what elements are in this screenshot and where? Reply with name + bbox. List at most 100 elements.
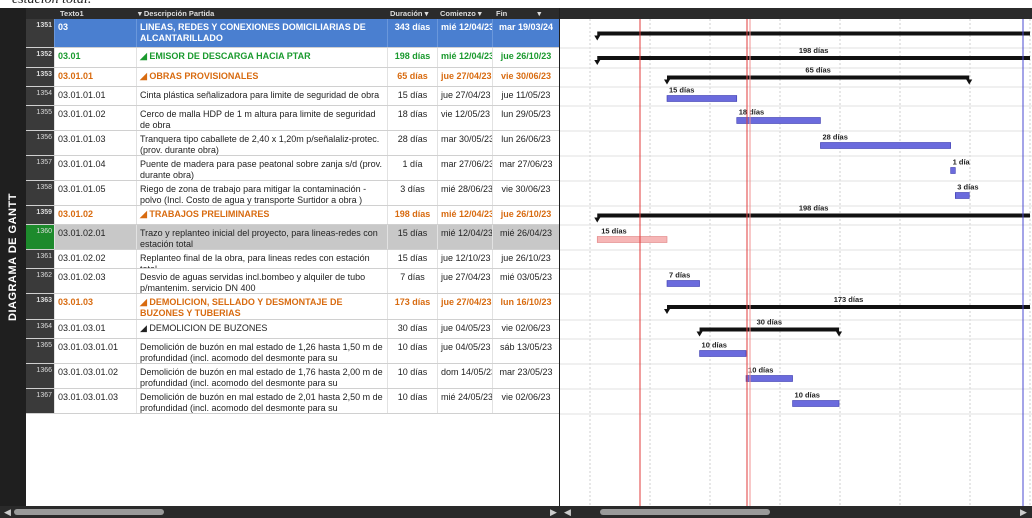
task-finish[interactable]: sáb 13/05/23 (492, 339, 559, 363)
task-row[interactable]: 1351 03 LINEAS, REDES Y CONEXIONES DOMICIL… (26, 19, 559, 48)
task-description[interactable]: Demolición de buzón en mal estado de 1,7… (136, 364, 387, 388)
task-finish[interactable]: mié 26/04/23 (492, 225, 559, 249)
task-duration[interactable]: 10 días (387, 339, 437, 363)
task-code[interactable]: 03.01.01 (54, 68, 136, 86)
task-id[interactable]: 1365 (26, 339, 54, 363)
task-row[interactable]: 1363 03.01.03 ◢ DEMOLICION, SELLADO Y DESM… (26, 294, 559, 320)
task-description[interactable]: Cinta plástica señalizadora para limite … (136, 87, 387, 105)
task-code[interactable]: 03.01.03.01.02 (54, 364, 136, 388)
task-finish[interactable]: mié 03/05/23 (492, 269, 559, 293)
task-code[interactable]: 03.01.03 (54, 294, 136, 319)
grid-scroll-thumb[interactable] (14, 509, 164, 515)
task-code[interactable]: 03.01.01.05 (54, 181, 136, 205)
task-duration[interactable]: 1 día (387, 156, 437, 180)
task-description[interactable]: Cerco de malla HDP de 1 m altura para li… (136, 106, 387, 130)
task-code[interactable]: 03 (54, 19, 136, 47)
task-id[interactable]: 1354 (26, 87, 54, 105)
view-label-bar[interactable]: DIAGRAMA DE GANTT (0, 8, 26, 506)
task-code[interactable]: 03.01 (54, 48, 136, 67)
task-description[interactable]: ◢ DEMOLICION, SELLADO Y DESMONTAJE DE BU… (136, 294, 387, 319)
task-start[interactable]: mié 28/06/23 (437, 181, 492, 205)
task-description[interactable]: ◢ EMISOR DE DESCARGA HACIA PTAR (136, 48, 387, 67)
task-id[interactable]: 1356 (26, 131, 54, 155)
col-header-fin[interactable]: Fin ▾ (496, 9, 541, 18)
task-row[interactable]: 1354 03.01.01.01 Cinta plástica señalizado… (26, 87, 559, 106)
task-row[interactable]: 1362 03.01.02.03 Desvio de aguas servidas … (26, 269, 559, 294)
task-finish[interactable]: mar 27/06/23 (492, 156, 559, 180)
task-finish[interactable]: vie 30/06/23 (492, 181, 559, 205)
task-code[interactable]: 03.01.02.02 (54, 250, 136, 268)
task-description[interactable]: Tranquera tipo caballete de 2,40 x 1,20m… (136, 131, 387, 155)
task-code[interactable]: 03.01.01.03 (54, 131, 136, 155)
task-finish[interactable]: jue 26/10/23 (492, 206, 559, 224)
task-code[interactable]: 03.01.03.01.03 (54, 389, 136, 413)
task-finish[interactable]: mar 19/03/24 (492, 19, 559, 47)
task-id[interactable]: 1360 (26, 225, 54, 249)
task-id[interactable]: 1359 (26, 206, 54, 224)
task-start[interactable]: mié 12/04/23 (437, 19, 492, 47)
task-start[interactable]: mar 30/05/23 (437, 131, 492, 155)
task-finish[interactable]: lun 29/05/23 (492, 106, 559, 130)
task-id[interactable]: 1363 (26, 294, 54, 319)
task-row[interactable]: 1367 03.01.03.01.03 Demolición de buzón en… (26, 389, 559, 414)
task-finish[interactable]: jue 26/10/23 (492, 250, 559, 268)
task-start[interactable]: mié 24/05/23 (437, 389, 492, 413)
task-id[interactable]: 1358 (26, 181, 54, 205)
task-row[interactable]: 1361 03.01.02.02 Replanteo final de la obr… (26, 250, 559, 269)
gantt-scroll-left-arrow-icon[interactable]: ◀ (564, 506, 571, 518)
task-id[interactable]: 1357 (26, 156, 54, 180)
gantt-scroll-thumb[interactable] (600, 509, 770, 515)
task-row[interactable]: 1355 03.01.01.02 Cerco de malla HDP de 1 m… (26, 106, 559, 131)
task-description[interactable]: ◢ DEMOLICION DE BUZONES (136, 320, 387, 338)
task-duration[interactable]: 15 días (387, 225, 437, 249)
task-description[interactable]: ◢ TRABAJOS PRELIMINARES (136, 206, 387, 224)
task-id[interactable]: 1367 (26, 389, 54, 413)
task-id[interactable]: 1366 (26, 364, 54, 388)
task-finish[interactable]: lun 26/06/23 (492, 131, 559, 155)
task-description[interactable]: Puente de madera para pase peatonal sobr… (136, 156, 387, 180)
task-duration[interactable]: 65 días (387, 68, 437, 86)
task-start[interactable]: mié 12/04/23 (437, 206, 492, 224)
task-finish[interactable]: vie 02/06/23 (492, 320, 559, 338)
task-code[interactable]: 03.01.02.03 (54, 269, 136, 293)
task-duration[interactable]: 3 días (387, 181, 437, 205)
task-start[interactable]: mié 12/04/23 (437, 225, 492, 249)
task-description[interactable]: Trazo y replanteo inicial del proyecto, … (136, 225, 387, 249)
task-start[interactable]: jue 04/05/23 (437, 339, 492, 363)
task-start[interactable]: jue 27/04/23 (437, 87, 492, 105)
task-row[interactable]: 1366 03.01.03.01.02 Demolición de buzón en… (26, 364, 559, 389)
task-description[interactable]: Demolición de buzón en mal estado de 2,0… (136, 389, 387, 413)
task-start[interactable]: jue 27/04/23 (437, 68, 492, 86)
task-start[interactable]: mar 27/06/23 (437, 156, 492, 180)
col-header-comienzo[interactable]: Comienzo ▾ (440, 9, 482, 18)
task-description[interactable]: ◢ OBRAS PROVISIONALES (136, 68, 387, 86)
col-header-duracion[interactable]: Duración ▾ (390, 9, 428, 18)
task-description[interactable]: Replanteo final de la obra, para lineas … (136, 250, 387, 268)
task-id[interactable]: 1355 (26, 106, 54, 130)
task-finish[interactable]: vie 02/06/23 (492, 389, 559, 413)
scroll-left-arrow-icon[interactable]: ◀ (4, 506, 11, 518)
task-duration[interactable]: 15 días (387, 87, 437, 105)
task-description[interactable]: Riego de zona de trabajo para mitigar la… (136, 181, 387, 205)
scroll-right-arrow-icon[interactable]: ▶ (550, 506, 557, 518)
task-row[interactable]: 1365 03.01.03.01.01 Demolición de buzón en… (26, 339, 559, 364)
task-id[interactable]: 1361 (26, 250, 54, 268)
task-row[interactable]: 1358 03.01.01.05 Riego de zona de trabajo … (26, 181, 559, 206)
task-description[interactable]: Demolición de buzón en mal estado de 1,2… (136, 339, 387, 363)
task-start[interactable]: mié 12/04/23 (437, 48, 492, 67)
task-duration[interactable]: 10 días (387, 389, 437, 413)
task-finish[interactable]: jue 11/05/23 (492, 87, 559, 105)
task-row[interactable]: 1359 03.01.02 ◢ TRABAJOS PRELIMINARES 198 d… (26, 206, 559, 225)
task-row[interactable]: 1360 03.01.02.01 Trazo y replanteo inicial… (26, 225, 559, 250)
gantt-scroll-right-arrow-icon[interactable]: ▶ (1020, 506, 1027, 518)
task-start[interactable]: jue 27/04/23 (437, 269, 492, 293)
task-duration[interactable]: 7 días (387, 269, 437, 293)
task-row[interactable]: 1353 03.01.01 ◢ OBRAS PROVISIONALES 65 días… (26, 68, 559, 87)
task-duration[interactable]: 343 días (387, 19, 437, 47)
task-start[interactable]: jue 04/05/23 (437, 320, 492, 338)
task-start[interactable]: dom 14/05/23 (437, 364, 492, 388)
task-id[interactable]: 1364 (26, 320, 54, 338)
task-start[interactable]: jue 12/10/23 (437, 250, 492, 268)
task-finish[interactable]: mar 23/05/23 (492, 364, 559, 388)
task-duration[interactable]: 10 días (387, 364, 437, 388)
